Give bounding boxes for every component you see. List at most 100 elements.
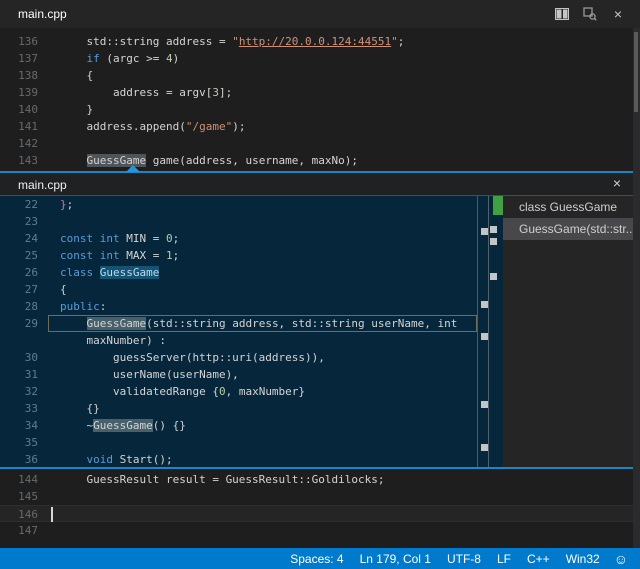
line-number: 144: [0, 471, 48, 488]
code-text: const int MAX = 1;: [48, 247, 477, 264]
code-line-141[interactable]: 141 address.append("/game");: [0, 118, 633, 135]
code-line-36[interactable]: 36 void Start();: [0, 451, 477, 468]
reference-item[interactable]: GuessGame(std::str...: [503, 218, 633, 240]
code-text: {}: [48, 400, 477, 417]
token: http://20.0.0.124:44551: [239, 35, 391, 48]
code-line-22[interactable]: 22};: [0, 196, 477, 213]
close-icon[interactable]: ×: [610, 6, 626, 22]
tab-main-cpp[interactable]: main.cpp: [18, 7, 67, 21]
code-line-139[interactable]: 139 address = argv[3];: [0, 84, 633, 101]
peek-overview-ruler[interactable]: [478, 196, 503, 468]
token: ): [173, 52, 180, 65]
status-item-cursor-position[interactable]: Ln 179, Col 1: [352, 552, 439, 566]
token: [93, 249, 100, 262]
code-text: void Start();: [48, 451, 477, 468]
token: ];: [219, 86, 232, 99]
code-line-30[interactable]: 30 guessServer(http::uri(address)),: [0, 349, 477, 366]
ruler-marker: [481, 333, 488, 340]
code-line-31[interactable]: 31 userName(userName),: [0, 366, 477, 383]
code-line-26[interactable]: 26class GuessGame: [0, 264, 477, 281]
references-list: class GuessGameGuessGame(std::str...: [503, 196, 633, 468]
reference-item[interactable]: class GuessGame: [503, 196, 633, 218]
code-text: [48, 135, 633, 152]
code-text: std::string address = "http://20.0.0.124…: [48, 33, 633, 50]
tab-actions: ×: [554, 6, 626, 22]
code-line-136[interactable]: 136 std::string address = "http://20.0.0…: [0, 33, 633, 50]
code-text: }: [48, 101, 633, 118]
code-text: [48, 213, 477, 230]
code-line-34[interactable]: 34 ~GuessGame() {}: [0, 417, 477, 434]
status-item-platform[interactable]: Win32: [558, 552, 608, 566]
open-preview-icon[interactable]: [582, 6, 598, 22]
code-line-143[interactable]: 143 GuessGame game(address, username, ma…: [0, 152, 633, 169]
token: const: [60, 232, 93, 245]
smiley-icon[interactable]: ☺: [608, 551, 634, 567]
line-number: 146: [0, 506, 48, 521]
code-line-35[interactable]: 35: [0, 434, 477, 451]
code-text: if (argc >= 4): [48, 50, 633, 67]
line-number: 136: [0, 33, 48, 50]
code-line-142[interactable]: 142: [0, 135, 633, 152]
line-number: 23: [0, 213, 48, 230]
token: void: [87, 453, 114, 466]
code-text: validatedRange {0, maxNumber}: [48, 383, 477, 400]
code-line-146[interactable]: 146: [0, 505, 633, 522]
code-text: {: [48, 281, 477, 298]
code-line-25[interactable]: 25const int MAX = 1;: [0, 247, 477, 264]
editor-bottom: 144 GuessResult result = GuessResult::Go…: [0, 470, 633, 548]
scrollbar-slider[interactable]: [634, 32, 638, 112]
line-number: 145: [0, 488, 48, 505]
code-text: [48, 522, 633, 539]
line-number: 147: [0, 522, 48, 539]
token: int: [100, 232, 120, 245]
code-text: GuessGame(std::string address, std::stri…: [48, 315, 477, 332]
code-line-33[interactable]: 33 {}: [0, 400, 477, 417]
status-item-encoding[interactable]: UTF-8: [439, 552, 489, 566]
code-text: GuessResult result = GuessResult::Goldil…: [48, 471, 633, 488]
status-item-language-mode[interactable]: C++: [519, 552, 558, 566]
code-line-145[interactable]: 145: [0, 488, 633, 505]
token: [60, 154, 87, 167]
token: GuessGame: [100, 266, 160, 279]
code-text: [48, 434, 477, 451]
token: ;: [173, 249, 180, 262]
code-line-147[interactable]: 147: [0, 522, 633, 539]
code-line-28[interactable]: 28public:: [0, 298, 477, 315]
code-line-144[interactable]: 144 GuessResult result = GuessResult::Go…: [0, 471, 633, 488]
code-line-137[interactable]: 137 if (argc >= 4): [0, 50, 633, 67]
token: [60, 52, 87, 65]
token: 1: [166, 249, 173, 262]
token: guessServer(http::uri(address)),: [60, 351, 325, 364]
token: const: [60, 249, 93, 262]
code-line-23[interactable]: 23: [0, 213, 477, 230]
code-line-29[interactable]: 29 GuessGame(std::string address, std::s…: [0, 315, 477, 332]
peek-border-bottom: [0, 467, 633, 469]
code-line-27[interactable]: 27{: [0, 281, 477, 298]
code-line-138[interactable]: 138 {: [0, 67, 633, 84]
token: address = argv[: [60, 86, 212, 99]
token: );: [232, 120, 245, 133]
code-line-24[interactable]: 24const int MIN = 0;: [0, 230, 477, 247]
token: int: [100, 249, 120, 262]
split-editor-icon[interactable]: [554, 6, 570, 22]
token: ;: [398, 35, 405, 48]
token: "/game": [186, 120, 232, 133]
token: Start();: [113, 453, 173, 466]
code-line-140[interactable]: 140 }: [0, 101, 633, 118]
token: }: [60, 103, 93, 116]
token: {: [60, 283, 67, 296]
code-text: guessServer(http::uri(address)),: [48, 349, 477, 366]
code-line-32[interactable]: 32 validatedRange {0, maxNumber}: [0, 383, 477, 400]
editor-scrollbar[interactable]: [633, 28, 640, 548]
ruler-marker: [481, 444, 488, 451]
token: , maxNumber}: [226, 385, 305, 398]
token: ~: [60, 419, 93, 432]
code-line-wrap[interactable]: maxNumber) :: [0, 332, 477, 349]
code-text: [48, 488, 633, 505]
peek-close-icon[interactable]: ×: [613, 175, 621, 191]
code-text: ~GuessGame() {}: [48, 417, 477, 434]
token: 4: [166, 52, 173, 65]
code-text: maxNumber) :: [48, 332, 477, 349]
status-item-eol[interactable]: LF: [489, 552, 519, 566]
status-item-indentation[interactable]: Spaces: 4: [282, 552, 351, 566]
